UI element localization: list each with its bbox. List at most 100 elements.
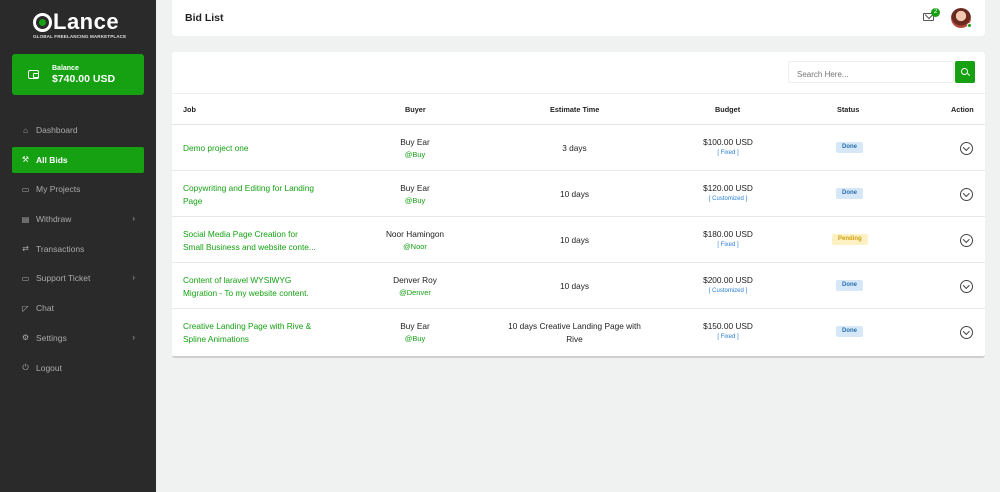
- budget-cell: $120.00 USD [ Customized ]: [678, 182, 778, 204]
- budget-amount: $150.00 USD: [703, 321, 753, 331]
- column-header-budget: Budget: [715, 105, 741, 114]
- status-badge: Done: [836, 280, 863, 291]
- budget-amount: $180.00 USD: [703, 229, 753, 239]
- job-title-line: Social Media Page Creation for: [183, 229, 298, 239]
- ticket-icon: ▭: [21, 273, 30, 283]
- budget-cell: $100.00 USD [ Fixed ]: [678, 136, 778, 158]
- sidebar-item-settings[interactable]: ⚙ Settings ›: [12, 325, 144, 351]
- sidebar-item-label: Withdraw: [36, 214, 72, 225]
- budget-type: [ Fixed ]: [717, 149, 739, 156]
- job-title-line: Migration - To my website content.: [183, 287, 309, 298]
- column-header-job: Job: [183, 105, 196, 114]
- card-icon: ▤: [21, 214, 30, 224]
- row-action-dropdown-icon[interactable]: [960, 326, 973, 339]
- chat-icon: ◸: [22, 303, 29, 313]
- buyer-handle[interactable]: @Buy: [365, 195, 465, 208]
- row-action-dropdown-icon[interactable]: [960, 142, 973, 155]
- logo-mark-icon: [33, 12, 52, 32]
- sidebar-item-transactions[interactable]: ⇄ Transactions: [12, 236, 144, 262]
- job-title-line: Page: [183, 195, 203, 206]
- estimate-time-line: Rive: [566, 333, 583, 344]
- job-title-link[interactable]: Copywriting and Editing for Landing Page: [183, 182, 333, 207]
- row-action-dropdown-icon[interactable]: [960, 188, 973, 201]
- job-title-link[interactable]: Content of laravel WYSIWYG Migration - T…: [183, 274, 333, 299]
- brand-tagline: GLOBAL FREELANCING MARKETPLACE: [33, 34, 127, 39]
- budget-type: [ Fixed ]: [717, 241, 739, 248]
- buyer-cell: Noor Hamingon @Noor: [365, 228, 465, 253]
- balance-value: $740.00 USD: [52, 72, 116, 85]
- search-button[interactable]: [955, 61, 975, 83]
- row-action-dropdown-icon[interactable]: [960, 280, 973, 293]
- status-badge: Done: [836, 142, 863, 153]
- chevron-right-icon: ›: [132, 332, 135, 342]
- sidebar-item-label: Chat: [36, 303, 54, 314]
- top-bar: Bid List 2: [172, 0, 985, 36]
- budget-amount: $200.00 USD: [703, 275, 753, 285]
- sidebar-item-label: Logout: [36, 362, 62, 373]
- budget-cell: $150.00 USD [ Fixed ]: [678, 320, 778, 342]
- buyer-handle[interactable]: @Noor: [365, 241, 465, 254]
- status-badge: Done: [836, 188, 863, 199]
- balance-label: Balance: [52, 64, 79, 72]
- table-row: Demo project one Buy Ear @Buy 3 days $10…: [172, 125, 985, 171]
- job-title-line: Creative Landing Page with Rive &: [183, 321, 312, 331]
- job-title-line: Small Business and website conte...: [183, 241, 316, 252]
- budget-type: [ Customized ]: [708, 195, 748, 202]
- job-title-line: Demo project one: [183, 143, 249, 153]
- bid-list-card: Job Buyer Estimate Time Budget Status Ac…: [172, 52, 985, 358]
- buyer-name: Denver Roy: [393, 275, 437, 285]
- estimate-time: 10 days: [559, 189, 590, 199]
- buyer-name: Noor Hamingon: [385, 229, 445, 239]
- estimate-time: 10 days: [559, 281, 590, 291]
- sidebar-item-label: Dashboard: [36, 125, 78, 135]
- buyer-name: Buy Ear: [400, 183, 430, 193]
- home-icon: ⌂: [23, 125, 28, 135]
- budget-type: [ Fixed ]: [717, 333, 739, 340]
- buyer-handle[interactable]: @Buy: [365, 333, 465, 346]
- sidebar-item-label: Transactions: [36, 243, 85, 254]
- buyer-handle[interactable]: @Buy: [365, 149, 465, 162]
- sidebar: Lance GLOBAL FREELANCING MARKETPLACE Bal…: [0, 0, 156, 492]
- budget-amount: $120.00 USD: [703, 183, 753, 193]
- column-header-estimate-time: Estimate Time: [550, 105, 600, 114]
- power-icon: ⏻: [22, 363, 29, 372]
- brand-logo[interactable]: Lance GLOBAL FREELANCING MARKETPLACE: [33, 10, 133, 42]
- sidebar-item-logout[interactable]: ⏻ Logout: [12, 355, 144, 381]
- chevron-right-icon: ›: [132, 273, 135, 283]
- job-title-link[interactable]: Demo project one: [183, 142, 333, 155]
- estimate-time-line: 10 days Creative Landing Page with: [508, 321, 641, 331]
- online-status-dot: [967, 23, 972, 28]
- job-title-line: Content of laravel WYSIWYG: [183, 275, 292, 285]
- job-title-link[interactable]: Creative Landing Page with Rive & Spline…: [183, 320, 333, 345]
- buyer-handle[interactable]: @Denver: [365, 287, 465, 300]
- status-badge: Pending: [832, 234, 868, 245]
- row-action-dropdown-icon[interactable]: [960, 234, 973, 247]
- gavel-icon: ⚒: [21, 155, 30, 165]
- table-row: Creative Landing Page with Rive & Spline…: [172, 309, 985, 355]
- estimate-time: 10 days Creative Landing Page with Rive: [492, 320, 657, 345]
- sidebar-item-chat[interactable]: ◸ Chat: [12, 295, 144, 321]
- sidebar-item-withdraw[interactable]: ▤ Withdraw ›: [12, 206, 144, 232]
- sidebar-item-support-ticket[interactable]: ▭ Support Ticket ›: [12, 265, 144, 291]
- search-input[interactable]: [788, 61, 954, 83]
- exchange-icon: ⇄: [22, 244, 29, 254]
- buyer-cell: Buy Ear @Buy: [365, 182, 465, 207]
- sidebar-item-label: Settings: [36, 332, 67, 343]
- buyer-cell: Buy Ear @Buy: [365, 320, 465, 345]
- status-badge: Done: [836, 326, 863, 337]
- wallet-icon: [28, 70, 39, 79]
- buyer-name: Buy Ear: [400, 321, 430, 331]
- column-header-status: Status: [837, 105, 860, 114]
- table-row: Social Media Page Creation for Small Bus…: [172, 217, 985, 263]
- buyer-name: Buy Ear: [400, 137, 430, 147]
- sidebar-item-dashboard[interactable]: ⌂ Dashboard: [12, 117, 144, 143]
- job-title-line: Spline Animations: [183, 333, 249, 344]
- job-title-link[interactable]: Social Media Page Creation for Small Bus…: [183, 228, 333, 253]
- estimate-time: 3 days: [562, 143, 587, 153]
- sidebar-item-all-bids[interactable]: ⚒ All Bids: [12, 146, 144, 173]
- sidebar-item-label: Support Ticket: [36, 273, 91, 284]
- column-header-action: Action: [951, 105, 974, 114]
- sidebar-item-my-projects[interactable]: ▭ My Projects: [12, 176, 144, 202]
- page-title: Bid List: [185, 12, 224, 24]
- table-row: Copywriting and Editing for Landing Page…: [172, 171, 985, 217]
